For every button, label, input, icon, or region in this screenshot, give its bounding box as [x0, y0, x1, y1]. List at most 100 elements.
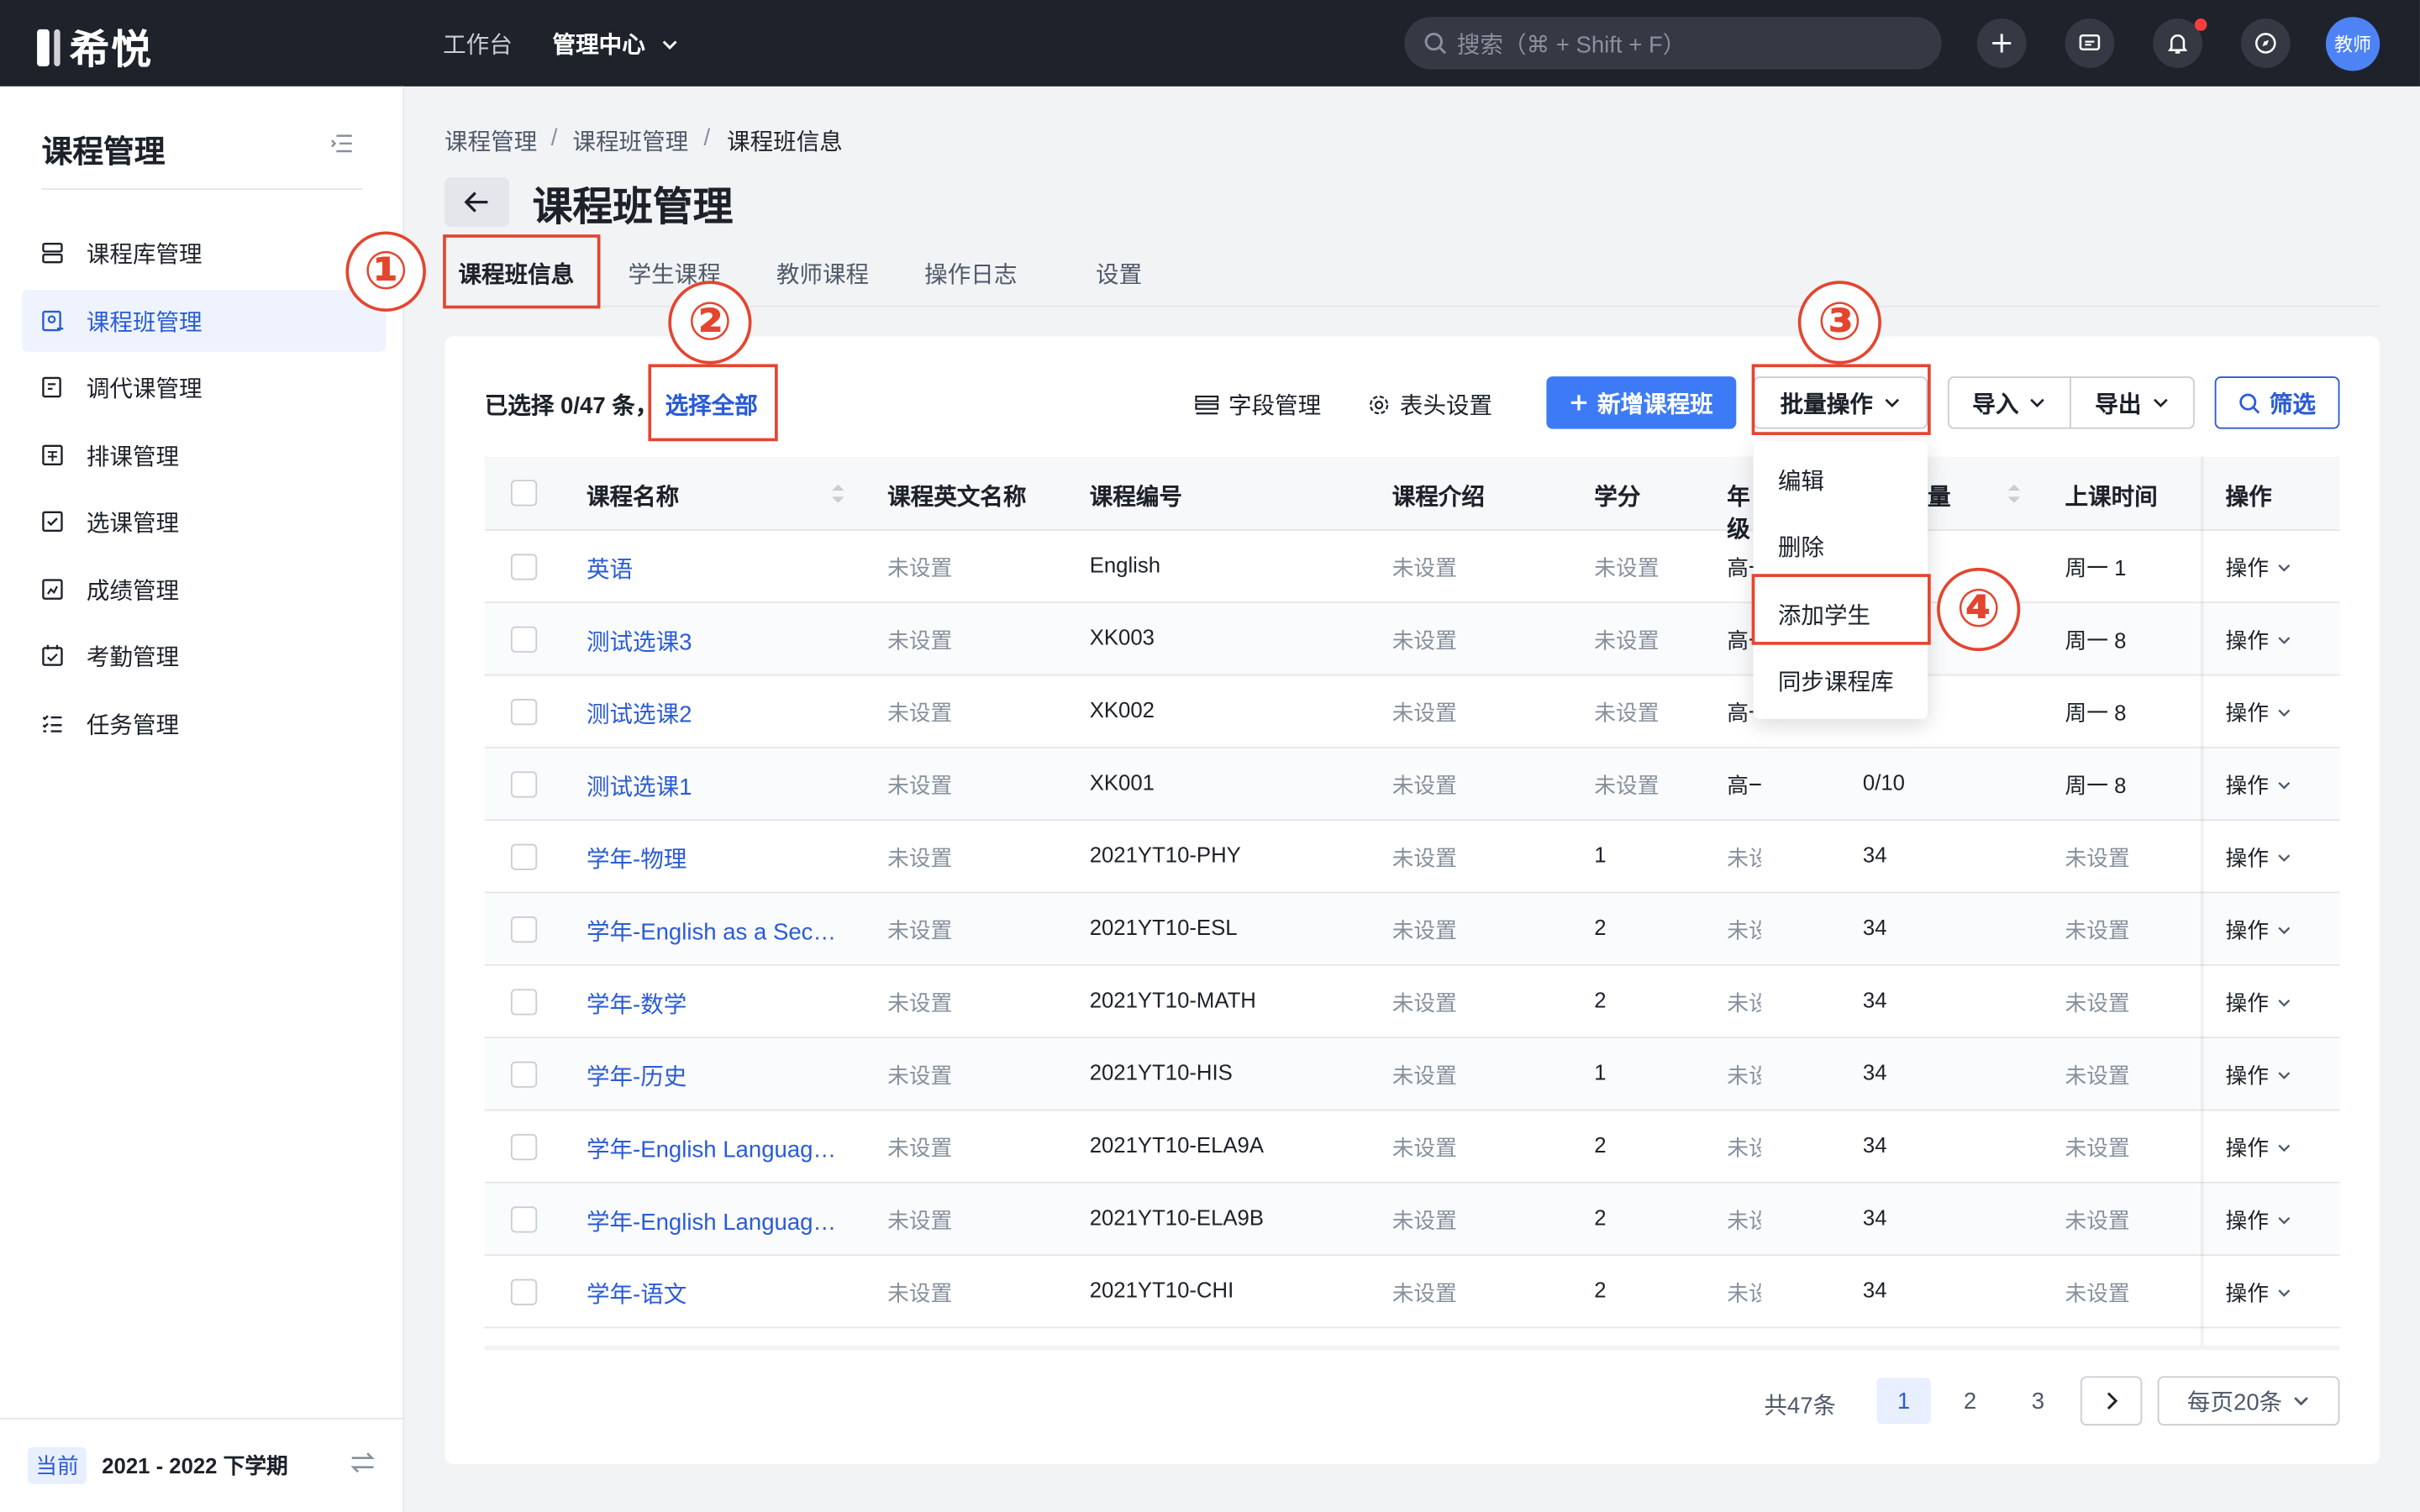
row-checkbox[interactable] — [510, 699, 538, 726]
cell-english-name: 未设置 — [887, 1063, 953, 1088]
chevron-down-icon — [2278, 1144, 2291, 1152]
select-all-checkbox[interactable] — [510, 480, 538, 507]
cell-course-name[interactable]: 学年-物理 — [587, 843, 687, 875]
field-manage-button[interactable]: 字段管理 — [1195, 389, 1321, 422]
cell-course-name[interactable]: 学年-English Languag… — [587, 1205, 836, 1237]
sidebar-item-course-selection[interactable]: 选课管理 — [22, 491, 386, 552]
row-actions-label: 操作 — [2225, 1063, 2269, 1088]
row-checkbox[interactable] — [510, 554, 538, 580]
row-actions-button[interactable]: 操作 — [2226, 697, 2292, 728]
tab-operation-log[interactable]: 操作日志 — [924, 258, 1017, 291]
sidebar-item-course-class[interactable]: 课程班管理 — [21, 290, 387, 352]
cell-grade: 未设置 — [1727, 1063, 1760, 1088]
sidebar-item-attendance[interactable]: 考勤管理 — [22, 625, 386, 686]
breadcrumb-class-management[interactable]: 课程班管理 — [572, 125, 688, 158]
cell-english-name: 未设置 — [887, 1208, 953, 1233]
new-class-button[interactable]: 新增课程班 — [1546, 376, 1737, 429]
switch-arrows-icon[interactable] — [349, 1450, 376, 1474]
breadcrumb-course-management[interactable]: 课程管理 — [445, 125, 537, 158]
cell-class-time: 未设置 — [2065, 1135, 2130, 1161]
row-checkbox[interactable] — [510, 771, 538, 798]
tab-teacher-courses[interactable]: 教师课程 — [776, 258, 869, 291]
row-checkbox[interactable] — [510, 626, 538, 653]
horizontal-scrollbar[interactable] — [484, 1345, 2340, 1351]
cell-course-name[interactable]: 测试选课2 — [587, 697, 692, 730]
page-2[interactable]: 2 — [1943, 1378, 1996, 1424]
row-actions-button[interactable]: 操作 — [2226, 1205, 2292, 1236]
table-row: 学年-English as a Sec… 未设置 2021YT10-ESL 未设置 2 未… — [484, 893, 2340, 966]
sidebar-item-label: 课程库管理 — [86, 241, 203, 268]
cell-course-name[interactable]: 测试选课3 — [587, 625, 692, 658]
swap-doc-icon — [42, 376, 61, 398]
export-button[interactable]: 导出 — [2070, 376, 2195, 429]
chevron-down-icon — [2278, 1216, 2291, 1225]
row-actions-button[interactable]: 操作 — [2226, 987, 2292, 1018]
row-actions-button[interactable]: 操作 — [2226, 1278, 2292, 1309]
sidebar-item-substitute[interactable]: 调代课管理 — [22, 356, 386, 417]
global-search-input[interactable]: 搜索（⌘ + Shift + F） — [1404, 17, 1942, 70]
avatar[interactable]: 教师 — [2325, 17, 2381, 71]
cell-course-name[interactable]: 学年-English Languag… — [587, 1132, 836, 1165]
top-bar: 希悦 工作台 管理中心 搜索（⌘ + Shift + F） 教师 — [0, 0, 2420, 87]
tab-class-info[interactable]: 课程班信息 — [458, 258, 574, 291]
next-page-button[interactable] — [2080, 1376, 2143, 1426]
cell-course-intro: 未设置 — [1392, 700, 1457, 726]
cell-course-name[interactable]: 测试选课1 — [587, 770, 692, 803]
nav-workbench[interactable]: 工作台 — [443, 28, 513, 60]
logo[interactable]: 希悦 — [37, 18, 153, 76]
header-actions: 操作 — [2225, 484, 2272, 511]
cell-course-name[interactable]: 英语 — [587, 553, 633, 585]
messages-button[interactable] — [2065, 18, 2115, 68]
row-actions-button[interactable]: 操作 — [2226, 1060, 2292, 1091]
sort-icon[interactable] — [830, 481, 845, 506]
row-checkbox[interactable] — [510, 1133, 538, 1161]
nav-admin-center[interactable]: 管理中心 — [553, 28, 680, 60]
row-actions-button[interactable]: 操作 — [2226, 915, 2292, 946]
row-actions-button[interactable]: 操作 — [2226, 843, 2292, 874]
sidebar-item-grades[interactable]: 成绩管理 — [22, 559, 386, 620]
term-selector[interactable]: 当前 2021 - 2022 下学期 — [0, 1417, 405, 1512]
cell-course-name[interactable]: 学年-语文 — [587, 1278, 687, 1310]
row-actions-button[interactable]: 操作 — [2226, 553, 2292, 584]
cell-grade: 未设置 — [1727, 990, 1760, 1016]
add-button[interactable] — [1976, 18, 2027, 68]
row-checkbox[interactable] — [510, 1278, 538, 1305]
row-actions-label: 操作 — [2225, 555, 2269, 580]
nav-admin-center-label: 管理中心 — [552, 32, 645, 59]
cell-course-name[interactable]: 学年-数学 — [587, 987, 687, 1020]
tab-settings[interactable]: 设置 — [1096, 258, 1142, 291]
dropdown-item-sync-library[interactable]: 同步课程库 — [1778, 665, 1894, 698]
dropdown-item-edit[interactable]: 编辑 — [1778, 465, 1824, 497]
row-checkbox[interactable] — [510, 1206, 538, 1233]
row-actions-button[interactable]: 操作 — [2226, 1132, 2292, 1163]
row-actions-button[interactable]: 操作 — [2226, 625, 2292, 656]
back-button[interactable] — [444, 177, 510, 227]
dropdown-item-delete[interactable]: 删除 — [1778, 531, 1824, 564]
app-switch-button[interactable] — [2240, 18, 2291, 68]
collapse-menu-icon[interactable] — [330, 133, 355, 155]
cell-course-name[interactable]: 学年-English as a Sec… — [587, 915, 836, 948]
chevron-down-icon — [2293, 1397, 2308, 1406]
cell-course-name[interactable]: 学年-历史 — [587, 1060, 687, 1093]
row-checkbox[interactable] — [510, 916, 538, 943]
filter-button[interactable]: 筛选 — [2214, 376, 2340, 429]
batch-operations-dropdown: 编辑 删除 添加学生 同步课程库 — [1753, 441, 1928, 719]
import-button[interactable]: 导入 — [1947, 376, 2071, 429]
page-1[interactable]: 1 — [1876, 1378, 1931, 1425]
sidebar-item-tasks[interactable]: 任务管理 — [22, 693, 386, 754]
batch-operations-button[interactable]: 批量操作 — [1753, 376, 1928, 429]
row-checkbox[interactable] — [510, 843, 538, 870]
dropdown-item-add-students[interactable]: 添加学生 — [1778, 599, 1870, 632]
sort-icon[interactable] — [2007, 481, 2022, 506]
sidebar-item-scheduling[interactable]: 排课管理 — [22, 424, 386, 486]
select-all-link[interactable]: 选择全部 — [666, 389, 758, 422]
page-size-select[interactable]: 每页20条 — [2157, 1376, 2340, 1426]
page-3[interactable]: 3 — [2011, 1378, 2065, 1424]
sidebar-item-course-library[interactable]: 课程库管理 — [22, 222, 386, 283]
row-checkbox[interactable] — [510, 989, 538, 1016]
calendar-check-icon — [42, 644, 63, 666]
header-course-name[interactable]: 课程名称 — [587, 480, 679, 512]
row-actions-button[interactable]: 操作 — [2226, 770, 2292, 801]
row-checkbox[interactable] — [510, 1061, 538, 1088]
header-settings-button[interactable]: 表头设置 — [1367, 389, 1492, 422]
